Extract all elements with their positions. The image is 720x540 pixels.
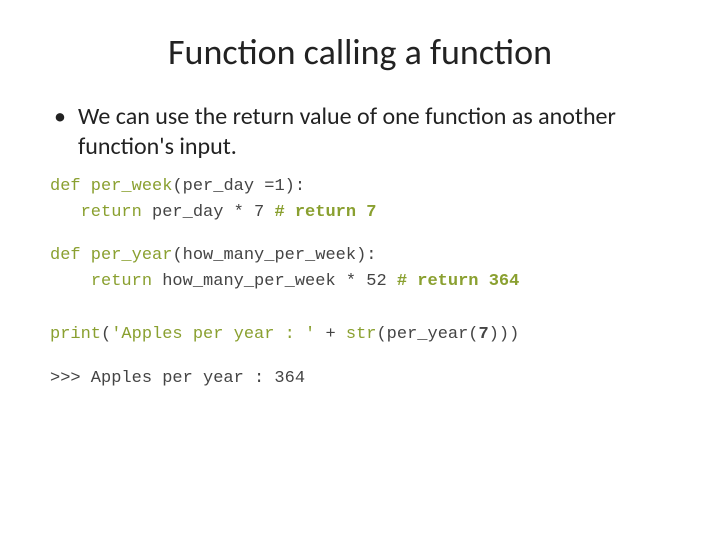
- code-line-1: def per_week(per_day =1):: [50, 174, 670, 200]
- code-text: (per_year(: [376, 325, 478, 344]
- operator: +: [315, 325, 346, 344]
- paren-close: ))): [489, 325, 520, 344]
- code-line-3: def per_year(how_many_per_week):: [50, 243, 670, 269]
- func-str: str: [346, 325, 377, 344]
- bullet-dot: •: [54, 102, 66, 132]
- arg-seven: 7: [479, 325, 489, 344]
- keyword-def: def: [50, 177, 81, 196]
- func-name: per_year: [81, 246, 173, 265]
- comment: # return 364: [397, 272, 519, 291]
- code-block: def per_week(per_day =1): return per_day…: [50, 174, 670, 391]
- code-line-5: print('Apples per year : ' + str(per_yea…: [50, 322, 670, 348]
- code-text: (how_many_per_week):: [172, 246, 376, 265]
- code-line-4: return how_many_per_week * 52 # return 3…: [50, 269, 670, 295]
- string-literal: 'Apples per year : ': [111, 325, 315, 344]
- func-name: per_week: [81, 177, 173, 196]
- code-text: per_day * 7: [142, 203, 275, 222]
- paren: (: [101, 325, 111, 344]
- bullet-text: We can use the return value of one funct…: [78, 102, 670, 162]
- keyword-return: return: [81, 203, 142, 222]
- bullet-item: • We can use the return value of one fun…: [50, 102, 670, 162]
- comment: # return 7: [274, 203, 376, 222]
- code-text: (per_day =1):: [172, 177, 305, 196]
- indent: [50, 203, 81, 222]
- keyword-return: return: [91, 272, 152, 291]
- code-text: how_many_per_week * 52: [152, 272, 397, 291]
- code-line-2: return per_day * 7 # return 7: [50, 200, 670, 226]
- slide-title: Function calling a function: [50, 30, 670, 74]
- func-print: print: [50, 325, 101, 344]
- indent: [50, 272, 91, 291]
- keyword-def: def: [50, 246, 81, 265]
- code-line-6: >>> Apples per year : 364: [50, 366, 670, 392]
